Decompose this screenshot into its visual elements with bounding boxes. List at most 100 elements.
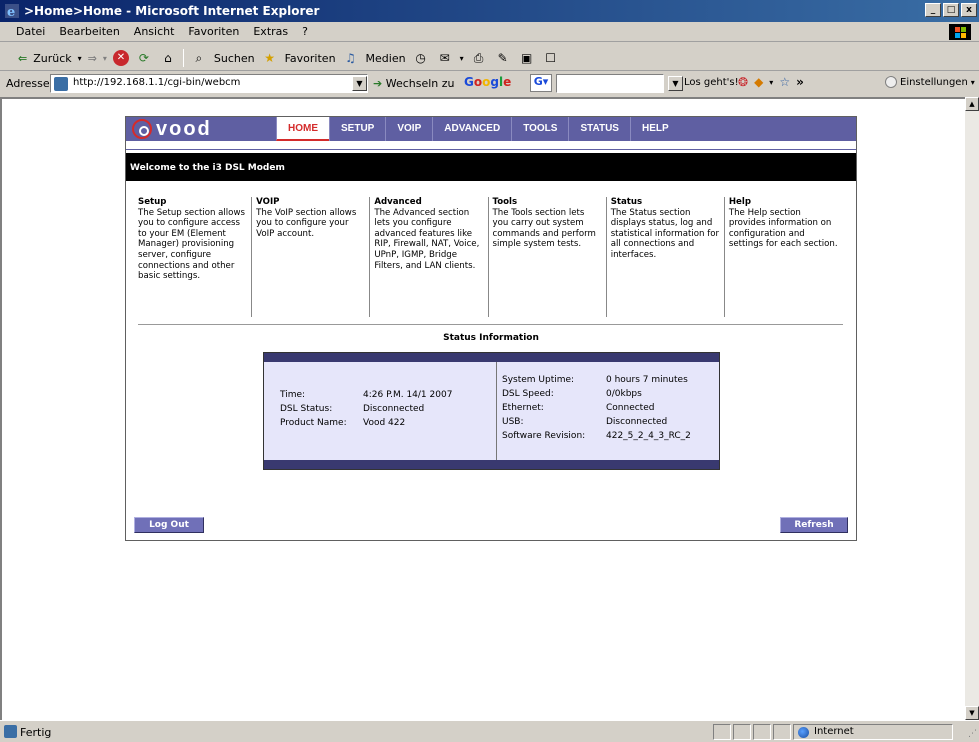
url-dropdown-button[interactable]: ▼ [352, 76, 367, 91]
menu-datei[interactable]: Datei [16, 25, 45, 38]
favorites-icon[interactable]: ★ [261, 49, 279, 67]
settings-button[interactable]: Einstellungen ▾ [885, 76, 975, 88]
google-dropdown-button[interactable]: ▼ [668, 76, 683, 91]
tab-setup[interactable]: SETUP [329, 117, 385, 141]
product-name-value: Vood 422 [363, 418, 406, 428]
section-tools-text: The Tools section lets you carry out sys… [492, 207, 596, 250]
forward-dropdown-icon[interactable]: ▾ [103, 54, 107, 63]
standard-toolbar: ⇐ Zurück ▾ ⇒ ▾ ✕ ⟳ ⌂ ⌕ Suchen ★ Favorite… [0, 43, 979, 71]
section-status: Status The Status section displays statu… [611, 197, 725, 317]
software-revision-label: Software Revision: [502, 431, 586, 441]
tab-help[interactable]: HELP [629, 117, 680, 141]
resize-grip-icon[interactable]: ⋰ [968, 729, 977, 739]
window-title-bar[interactable]: e >Home>Home - Microsoft Internet Explor… [0, 0, 979, 22]
messenger-icon[interactable]: ☐ [542, 49, 560, 67]
discuss-icon[interactable]: ▣ [518, 49, 536, 67]
horizontal-rule [138, 324, 843, 325]
more-chevron-icon[interactable]: » [796, 75, 804, 89]
print-icon[interactable]: ⎙ [470, 49, 488, 67]
favorites-button[interactable]: Favoriten [285, 52, 336, 65]
menu-bearbeiten[interactable]: Bearbeiten [59, 25, 119, 38]
window-title: >Home>Home - Microsoft Internet Explorer [24, 4, 320, 18]
usb-label: USB: [502, 417, 524, 427]
google-search-input[interactable] [556, 74, 664, 93]
time-value: 4:26 P.M. 14/1 2007 [363, 390, 453, 400]
section-voip-title: VOIP [256, 197, 280, 207]
zone-label: Internet [814, 726, 854, 737]
popup-blocker-icon[interactable]: ❂ [738, 75, 748, 89]
back-button[interactable]: Zurück [33, 52, 71, 65]
tab-status[interactable]: STATUS [568, 117, 630, 141]
status-right-labels: System Uptime: DSL Speed: Ethernet: USB:… [502, 373, 585, 443]
refresh-icon[interactable]: ⟳ [135, 49, 153, 67]
globe-icon [798, 727, 809, 738]
status-cell [753, 724, 771, 740]
media-button[interactable]: Medien [366, 52, 406, 65]
section-advanced: Advanced The Advanced section lets you c… [374, 197, 489, 317]
go-label: Wechseln zu [385, 77, 455, 90]
scroll-up-icon[interactable]: ▲ [965, 97, 979, 111]
address-bar: Adresse http://192.168.1.1/cgi-bin/webcm… [0, 72, 979, 96]
edit-icon[interactable]: ✎ [494, 49, 512, 67]
back-arrow-icon[interactable]: ⇐ [18, 52, 27, 65]
scroll-down-icon[interactable]: ▼ [965, 706, 979, 720]
mail-dropdown-icon[interactable]: ▾ [460, 54, 464, 63]
url-text: http://192.168.1.1/cgi-bin/webcm [73, 77, 241, 88]
section-help-title: Help [728, 197, 751, 207]
section-voip: VOIP The VoIP section allows you to conf… [256, 197, 371, 317]
back-dropdown-icon[interactable]: ▾ [78, 54, 82, 63]
close-button[interactable]: x [961, 3, 977, 17]
ethernet-value: Connected [606, 403, 655, 413]
section-setup-title: Setup [138, 197, 167, 207]
menu-help[interactable]: ? [302, 25, 308, 38]
forward-arrow-icon[interactable]: ⇒ [88, 52, 97, 65]
history-icon[interactable]: ◷ [412, 49, 430, 67]
dsl-speed-label: DSL Speed: [502, 389, 554, 399]
status-box-top-band [264, 353, 719, 362]
section-tools-title: Tools [492, 197, 518, 207]
google-search-button[interactable]: Los geht's! [684, 77, 739, 88]
section-status-title: Status [610, 197, 643, 207]
mail-icon[interactable]: ✉ [436, 49, 454, 67]
menu-bar: Datei Bearbeiten Ansicht Favoriten Extra… [0, 22, 979, 42]
section-setup: Setup The Setup section allows you to co… [138, 197, 253, 317]
maximize-button[interactable]: □ [943, 3, 959, 17]
tab-voip[interactable]: VOIP [385, 117, 432, 141]
vertical-scrollbar[interactable]: ▲ ▼ [965, 97, 979, 720]
tab-advanced[interactable]: ADVANCED [432, 117, 511, 141]
dsl-status-value: Disconnected [363, 404, 425, 414]
usb-value: Disconnected [606, 417, 668, 427]
google-search-icon[interactable]: G▾ [530, 74, 552, 92]
tab-home[interactable]: HOME [276, 117, 329, 141]
search-icon[interactable]: ⌕ [190, 49, 208, 67]
router-nav-bar: vood HOME SETUP VOIP ADVANCED TOOLS STAT… [126, 117, 856, 141]
search-button[interactable]: Suchen [214, 52, 255, 65]
status-right-values: 0 hours 7 minutes 0/0kbps Connected Disc… [606, 373, 691, 443]
media-icon[interactable]: ♫ [342, 49, 360, 67]
time-label: Time: [280, 390, 306, 400]
address-label: Adresse [6, 77, 50, 90]
system-uptime-value: 0 hours 7 minutes [606, 375, 688, 385]
router-panel: vood HOME SETUP VOIP ADVANCED TOOLS STAT… [125, 116, 857, 541]
menu-extras[interactable]: Extras [253, 25, 288, 38]
status-bar: Fertig Internet ⋰ [0, 720, 979, 742]
refresh-button[interactable]: Refresh [780, 517, 848, 533]
status-cell [773, 724, 791, 740]
vood-logo-icon [132, 119, 152, 139]
menu-ansicht[interactable]: Ansicht [134, 25, 175, 38]
url-input[interactable]: http://192.168.1.1/cgi-bin/webcm [50, 74, 368, 93]
go-button[interactable]: ➔ Wechseln zu [373, 77, 455, 90]
svg-text:e: e [7, 5, 15, 19]
status-text: Fertig [20, 726, 52, 739]
minimize-button[interactable]: _ [925, 3, 941, 17]
tab-tools[interactable]: TOOLS [511, 117, 568, 141]
bookmark-star-icon[interactable]: ☆ [779, 75, 790, 89]
pagerank-icon[interactable]: ◆ [754, 75, 763, 89]
pagerank-dropdown-icon[interactable]: ▾ [769, 78, 773, 87]
menu-favoriten[interactable]: Favoriten [188, 25, 239, 38]
home-icon[interactable]: ⌂ [159, 49, 177, 67]
stop-icon[interactable]: ✕ [112, 50, 129, 66]
log-out-button[interactable]: Log Out [134, 517, 204, 533]
go-arrow-icon: ➔ [373, 77, 383, 90]
page-done-icon [4, 725, 17, 738]
